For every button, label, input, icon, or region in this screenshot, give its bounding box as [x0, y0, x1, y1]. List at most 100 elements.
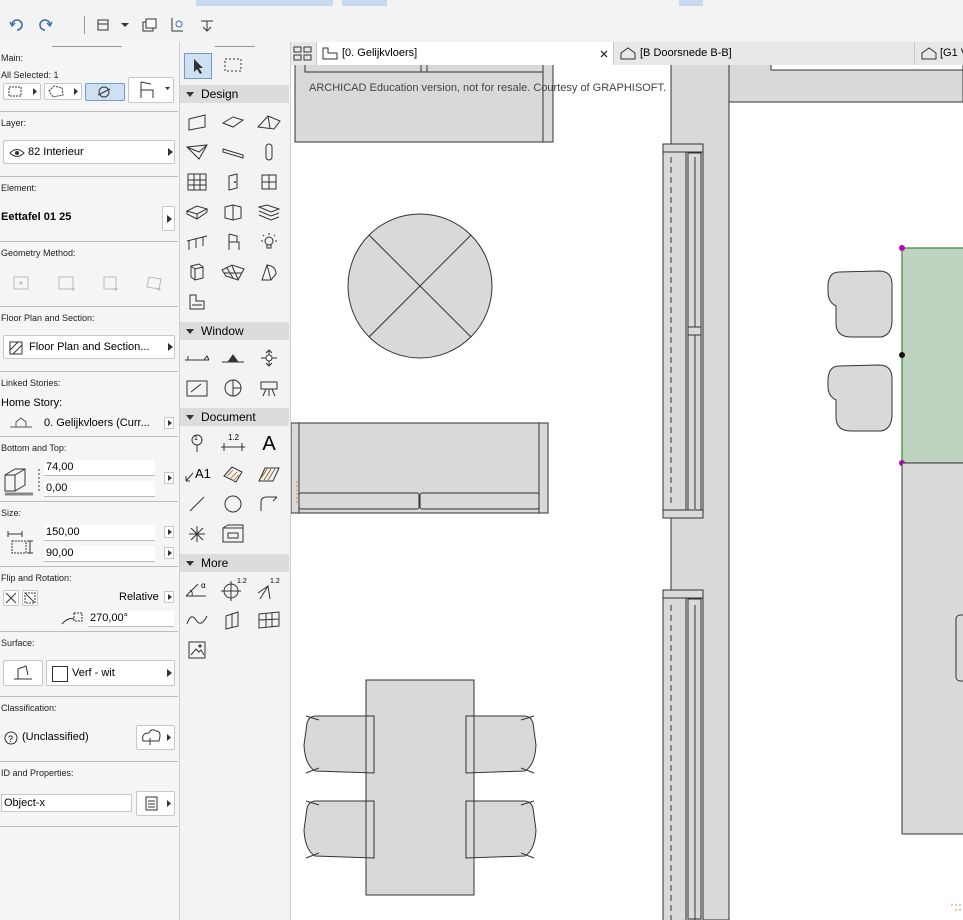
skylight-tool[interactable] [184, 290, 210, 314]
element-menu-button[interactable] [162, 206, 175, 231]
layer-settings-icon[interactable] [138, 14, 160, 36]
tab-elevation[interactable]: [G1 V [916, 42, 963, 65]
floor-plan-section-button[interactable]: Floor Plan and Section... [3, 335, 175, 359]
elevation-dimension-tool[interactable]: 1.2 [256, 578, 282, 602]
text-tool[interactable]: A [256, 432, 282, 456]
fill-tool[interactable] [220, 462, 246, 486]
wall-tool[interactable] [184, 110, 210, 134]
curtain-panel-tool[interactable] [256, 608, 282, 632]
round-table[interactable] [347, 213, 493, 359]
size-b-menu-button[interactable] [164, 547, 174, 559]
arrow-tool[interactable] [184, 53, 212, 79]
floor-plan-canvas[interactable]: ARCHICAD Education version, not for resa… [291, 65, 963, 920]
marquee-mode-button[interactable] [44, 83, 82, 100]
hotspot-top[interactable] [899, 245, 905, 251]
chair-object-tool[interactable] [220, 230, 246, 254]
dining-table[interactable] [303, 679, 537, 896]
top-height-field[interactable]: 74,00 [44, 460, 155, 476]
height-menu-button[interactable] [164, 472, 174, 484]
column-tool[interactable] [256, 140, 282, 164]
more-section-header[interactable]: More [180, 554, 289, 572]
adjacent-counter[interactable] [901, 462, 963, 835]
hotspot-tool[interactable] [184, 522, 210, 546]
selected-table[interactable] [899, 245, 963, 466]
side-chair[interactable] [827, 270, 893, 338]
size-a-menu-button[interactable] [164, 526, 174, 538]
stair-run-tool[interactable] [256, 200, 282, 224]
bottom-height-field[interactable]: 0,00 [44, 481, 155, 497]
design-section-header[interactable]: Design [180, 85, 289, 103]
surface-selector[interactable]: Verf - wit [46, 660, 175, 686]
surface-override-button[interactable] [3, 660, 43, 686]
teamwork-icon[interactable] [92, 14, 114, 36]
circle-tool[interactable] [220, 492, 246, 516]
elevation-icon[interactable] [166, 14, 188, 36]
interior-elevation-tool[interactable] [256, 346, 282, 370]
mesh-tool[interactable] [184, 140, 210, 164]
document-section-header[interactable]: Document [180, 408, 289, 426]
roof-tool[interactable] [256, 110, 282, 134]
object-tool[interactable] [220, 200, 246, 224]
radial-dimension-tool[interactable]: 1.2 [220, 578, 247, 602]
id-field[interactable]: Object-x [1, 794, 132, 812]
tab-section[interactable]: [B Doorsnede B-B] [615, 42, 915, 65]
shell-tool[interactable] [220, 260, 246, 284]
line-tool[interactable] [184, 492, 210, 516]
section-tool[interactable] [184, 346, 210, 370]
window-section-header[interactable]: Window [180, 322, 289, 340]
level-dimension-tool[interactable]: 1 [184, 432, 210, 456]
undo-icon[interactable] [6, 14, 28, 36]
classification-value[interactable]: (Unclassified) [22, 731, 89, 743]
marquee-tool[interactable] [220, 53, 246, 77]
hotspot-mid[interactable] [899, 352, 905, 358]
beam-tool[interactable] [220, 140, 246, 164]
section-icon[interactable] [196, 14, 218, 36]
rotation-mode-menu-button[interactable] [164, 591, 174, 603]
home-story-menu-button[interactable] [164, 417, 174, 429]
properties-button[interactable] [136, 791, 175, 816]
navigator-grid-icon[interactable] [293, 46, 313, 64]
wall-end-tool[interactable] [220, 608, 246, 632]
chevron-down-icon[interactable] [118, 14, 132, 36]
layer-selector[interactable]: 82 Interieur [3, 140, 175, 164]
slab-tool[interactable] [220, 110, 246, 134]
stair-tool[interactable] [184, 200, 210, 224]
home-story-value[interactable]: 0. Gelijkvloers (Curr... [44, 417, 150, 429]
elevation-tool[interactable] [220, 346, 246, 370]
flip-button[interactable] [3, 590, 19, 606]
redo-icon[interactable] [34, 14, 56, 36]
label-tool[interactable]: A1 [184, 462, 211, 486]
zone-tool[interactable] [184, 260, 210, 284]
magic-wand-button[interactable] [85, 83, 125, 101]
angle-dimension-tool[interactable]: α [184, 578, 210, 602]
worksheet-tool[interactable] [184, 376, 210, 400]
size-a-field[interactable]: 150,00 [44, 525, 155, 541]
rotation-angle-field[interactable]: 270,00° [88, 611, 174, 627]
mirror-button[interactable] [22, 590, 38, 606]
detail-tool[interactable] [220, 376, 246, 400]
figure-tool[interactable] [220, 522, 246, 546]
selection-mode-button[interactable] [3, 83, 41, 100]
window-tool[interactable] [256, 170, 282, 194]
curtain-wall-tool[interactable] [184, 170, 210, 194]
window-frame-upper[interactable] [662, 143, 704, 519]
camera-tool[interactable] [256, 376, 282, 400]
sofa[interactable] [291, 422, 549, 514]
top-cabinet[interactable] [294, 65, 554, 143]
classification-button[interactable] [136, 725, 175, 750]
side-chair[interactable] [827, 364, 893, 432]
railing-tool[interactable] [184, 230, 210, 254]
size-b-field[interactable]: 90,00 [44, 546, 155, 562]
polyline-tool[interactable] [256, 492, 282, 516]
door-tool[interactable] [220, 170, 246, 194]
window-frame-lower[interactable] [662, 589, 704, 920]
hatch-fill-tool[interactable] [256, 462, 282, 486]
dimension-tool[interactable]: 1.2 [220, 432, 246, 456]
close-icon[interactable] [600, 50, 608, 58]
spline-tool[interactable] [184, 608, 210, 632]
morph-tool[interactable] [256, 260, 282, 284]
floor-plan-drawing[interactable] [291, 65, 963, 920]
lamp-tool[interactable] [256, 230, 282, 254]
tab-floor-plan[interactable]: [0. Gelijkvloers] [316, 42, 614, 65]
object-settings-button[interactable] [128, 77, 174, 103]
